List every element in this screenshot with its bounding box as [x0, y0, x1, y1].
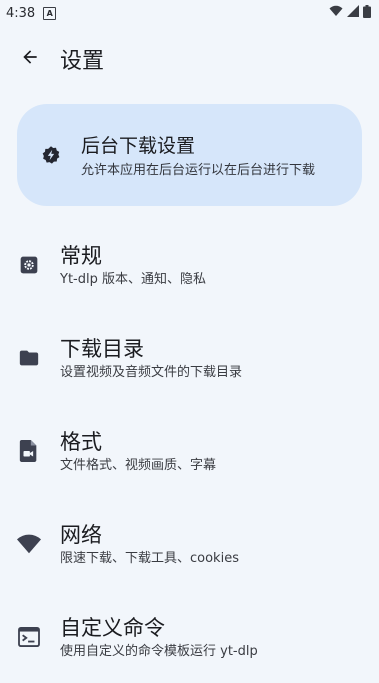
arrow-back-icon: [20, 47, 40, 71]
banner-title: 后台下载设置: [81, 134, 196, 157]
gear-icon: [17, 253, 41, 277]
item-text: 自定义命令 使用自定义的命令模板运行 yt-dlp: [60, 613, 379, 661]
page-title: 设置: [60, 49, 105, 74]
banner-description: 允许本应用在后台运行以在后台进行下载: [81, 162, 316, 178]
status-right: [329, 4, 371, 22]
status-left: 4:38 A: [6, 5, 57, 21]
status-time: 4:38: [6, 5, 36, 21]
item-title: 格式: [60, 429, 102, 454]
folder-icon: [17, 346, 41, 370]
wifi-icon: [17, 532, 41, 556]
background-download-banner[interactable]: 后台下载设置 允许本应用在后台运行以在后台进行下载: [17, 104, 362, 206]
video-file-icon: [17, 439, 41, 463]
item-title: 自定义命令: [60, 615, 165, 640]
settings-item-network[interactable]: 网络 限速下载、下载工具、cookies: [0, 497, 379, 590]
settings-item-format[interactable]: 格式 文件格式、视频画质、字幕: [0, 404, 379, 497]
settings-item-download-directory[interactable]: 下载目录 设置视频及音频文件的下载目录: [0, 311, 379, 404]
item-title: 下载目录: [60, 336, 144, 361]
battery-icon: [363, 4, 371, 22]
settings-item-custom-command[interactable]: 自定义命令 使用自定义的命令模板运行 yt-dlp: [0, 590, 379, 683]
item-title: 常规: [60, 243, 102, 268]
item-text: 常规 Yt-dlp 版本、通知、隐私: [60, 241, 379, 289]
bolt-badge-icon: [41, 145, 61, 165]
item-text: 下载目录 设置视频及音频文件的下载目录: [60, 334, 379, 382]
item-title: 网络: [60, 522, 102, 547]
item-subtitle: 使用自定义的命令模板运行 yt-dlp: [60, 643, 258, 659]
item-subtitle: 文件格式、视频画质、字幕: [60, 457, 217, 473]
signal-icon: [347, 5, 359, 21]
top-app-bar: 设置: [0, 26, 379, 92]
item-text: 格式 文件格式、视频画质、字幕: [60, 427, 379, 475]
back-button[interactable]: [8, 37, 52, 81]
item-subtitle: 设置视频及音频文件的下载目录: [60, 364, 243, 380]
item-text: 网络 限速下载、下载工具、cookies: [60, 520, 379, 568]
wifi-icon: [329, 5, 343, 21]
settings-list: 常规 Yt-dlp 版本、通知、隐私 下载目录 设置视频及音频文件的下载目录 格…: [0, 218, 379, 683]
notification-badge: A: [43, 6, 57, 20]
settings-item-general[interactable]: 常规 Yt-dlp 版本、通知、隐私: [0, 218, 379, 311]
item-subtitle: 限速下载、下载工具、cookies: [60, 550, 239, 566]
item-subtitle: Yt-dlp 版本、通知、隐私: [60, 271, 206, 287]
terminal-icon: [17, 625, 41, 649]
banner-text: 后台下载设置 允许本应用在后台运行以在后台进行下载: [81, 131, 362, 180]
status-bar: 4:38 A: [0, 0, 379, 26]
